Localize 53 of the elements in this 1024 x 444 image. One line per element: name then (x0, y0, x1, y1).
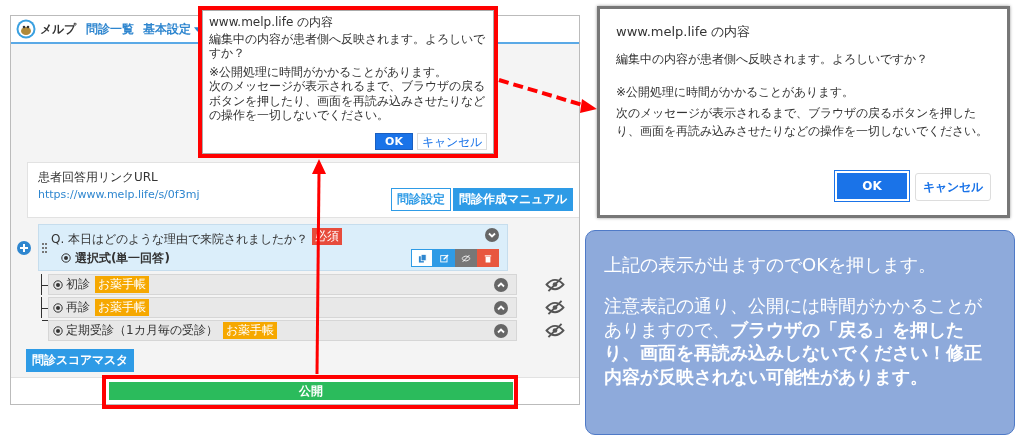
chevron-down-icon[interactable] (485, 228, 499, 242)
eye-slash-icon[interactable] (545, 277, 565, 292)
dialog-note: ※公開処理に時間がかかることがあります。 (616, 84, 856, 101)
callout-text: 上記の表示が出ますのでOKを押します。 (604, 253, 937, 277)
answer-link[interactable]: https://www.melp.life/s/0f3mj (38, 188, 200, 201)
dialog-note: ※公開処理に時間がかかることがあります。 (209, 64, 449, 80)
cancel-button[interactable]: キャンセル (915, 173, 991, 201)
link-card-button[interactable]: 問診設定 (391, 188, 451, 211)
trash-icon (484, 253, 492, 263)
drag-handle-icon[interactable] (42, 243, 47, 253)
link-card-button[interactable]: 問診作成マニュアル (453, 188, 573, 211)
radio-icon (61, 253, 71, 263)
option-tag: お薬手帳 (95, 276, 149, 293)
dialog-title: www.melp.life の内容 (209, 14, 335, 31)
add-icon[interactable] (17, 240, 31, 255)
edit-icon (439, 253, 449, 263)
nav-link[interactable]: 問診一覧 (86, 20, 134, 38)
radio-icon (53, 325, 63, 336)
option-tag: お薬手帳 (95, 299, 149, 316)
delete-button[interactable] (477, 249, 499, 267)
chevron-up-icon[interactable] (494, 300, 508, 315)
radio-icon (53, 279, 63, 290)
question-text: Q. 本日はどのような理由で来院されましたか？ (51, 231, 309, 248)
copy-icon (417, 253, 427, 263)
hide-button[interactable] (455, 249, 477, 267)
bird-logo-icon (16, 19, 36, 39)
score-master-button[interactable]: 問診スコアマスタ (26, 349, 134, 372)
answer-type-label: 選択式(単一回答) (75, 249, 170, 267)
option-label: 定期受診（1カ月毎の受診） (66, 322, 218, 339)
ok-button[interactable]: OK (837, 173, 907, 199)
dialog-message: 編集中の内容が患者側へ反映されます。よろしいですか？ (209, 32, 486, 61)
copy-button[interactable] (411, 249, 433, 267)
link-label: 患者回答用リンクURL (38, 169, 158, 186)
eye-slash-icon (461, 253, 471, 263)
edit-button[interactable] (433, 249, 455, 267)
dialog-title: www.melp.life の内容 (616, 23, 752, 41)
option-label: 再診 (66, 299, 90, 316)
eye-slash-icon[interactable] (545, 323, 565, 338)
logo-text: メルプ (40, 20, 76, 38)
cancel-button[interactable]: キャンセル (417, 133, 487, 150)
dialog-note: 次のメッセージが表示されるまで、ブラウザの戻るボタンを押したり、画面を再読み込みさせたりなどの操作を一切しないでください。 (616, 105, 989, 140)
radio-icon (53, 302, 63, 313)
ok-button[interactable]: OK (375, 133, 413, 150)
chevron-up-icon[interactable] (494, 323, 508, 338)
nav-link[interactable]: 基本設定 (143, 20, 201, 38)
publish-button[interactable]: 公開 (109, 382, 513, 400)
option-label: 初診 (66, 276, 90, 293)
chevron-up-icon[interactable] (494, 277, 508, 292)
callout-text: 注意表記の通り、公開には時間がかかることがありますので、ブラウザの「戻る」を押したり、画面を再読み込みしないでください！修正内容が反映されない可能性があります。 (604, 294, 983, 388)
option-tag: お薬手帳 (222, 322, 277, 339)
dialog-message: 編集中の内容が患者側へ反映されます。よろしいですか？ (616, 51, 929, 68)
dialog-note: 次のメッセージが表示されるまで、ブラウザの戻るボタンを押したり、画面を再読み込みさせたりなどの操作を一切しないでください。 (209, 79, 486, 123)
eye-slash-icon[interactable] (545, 300, 565, 315)
